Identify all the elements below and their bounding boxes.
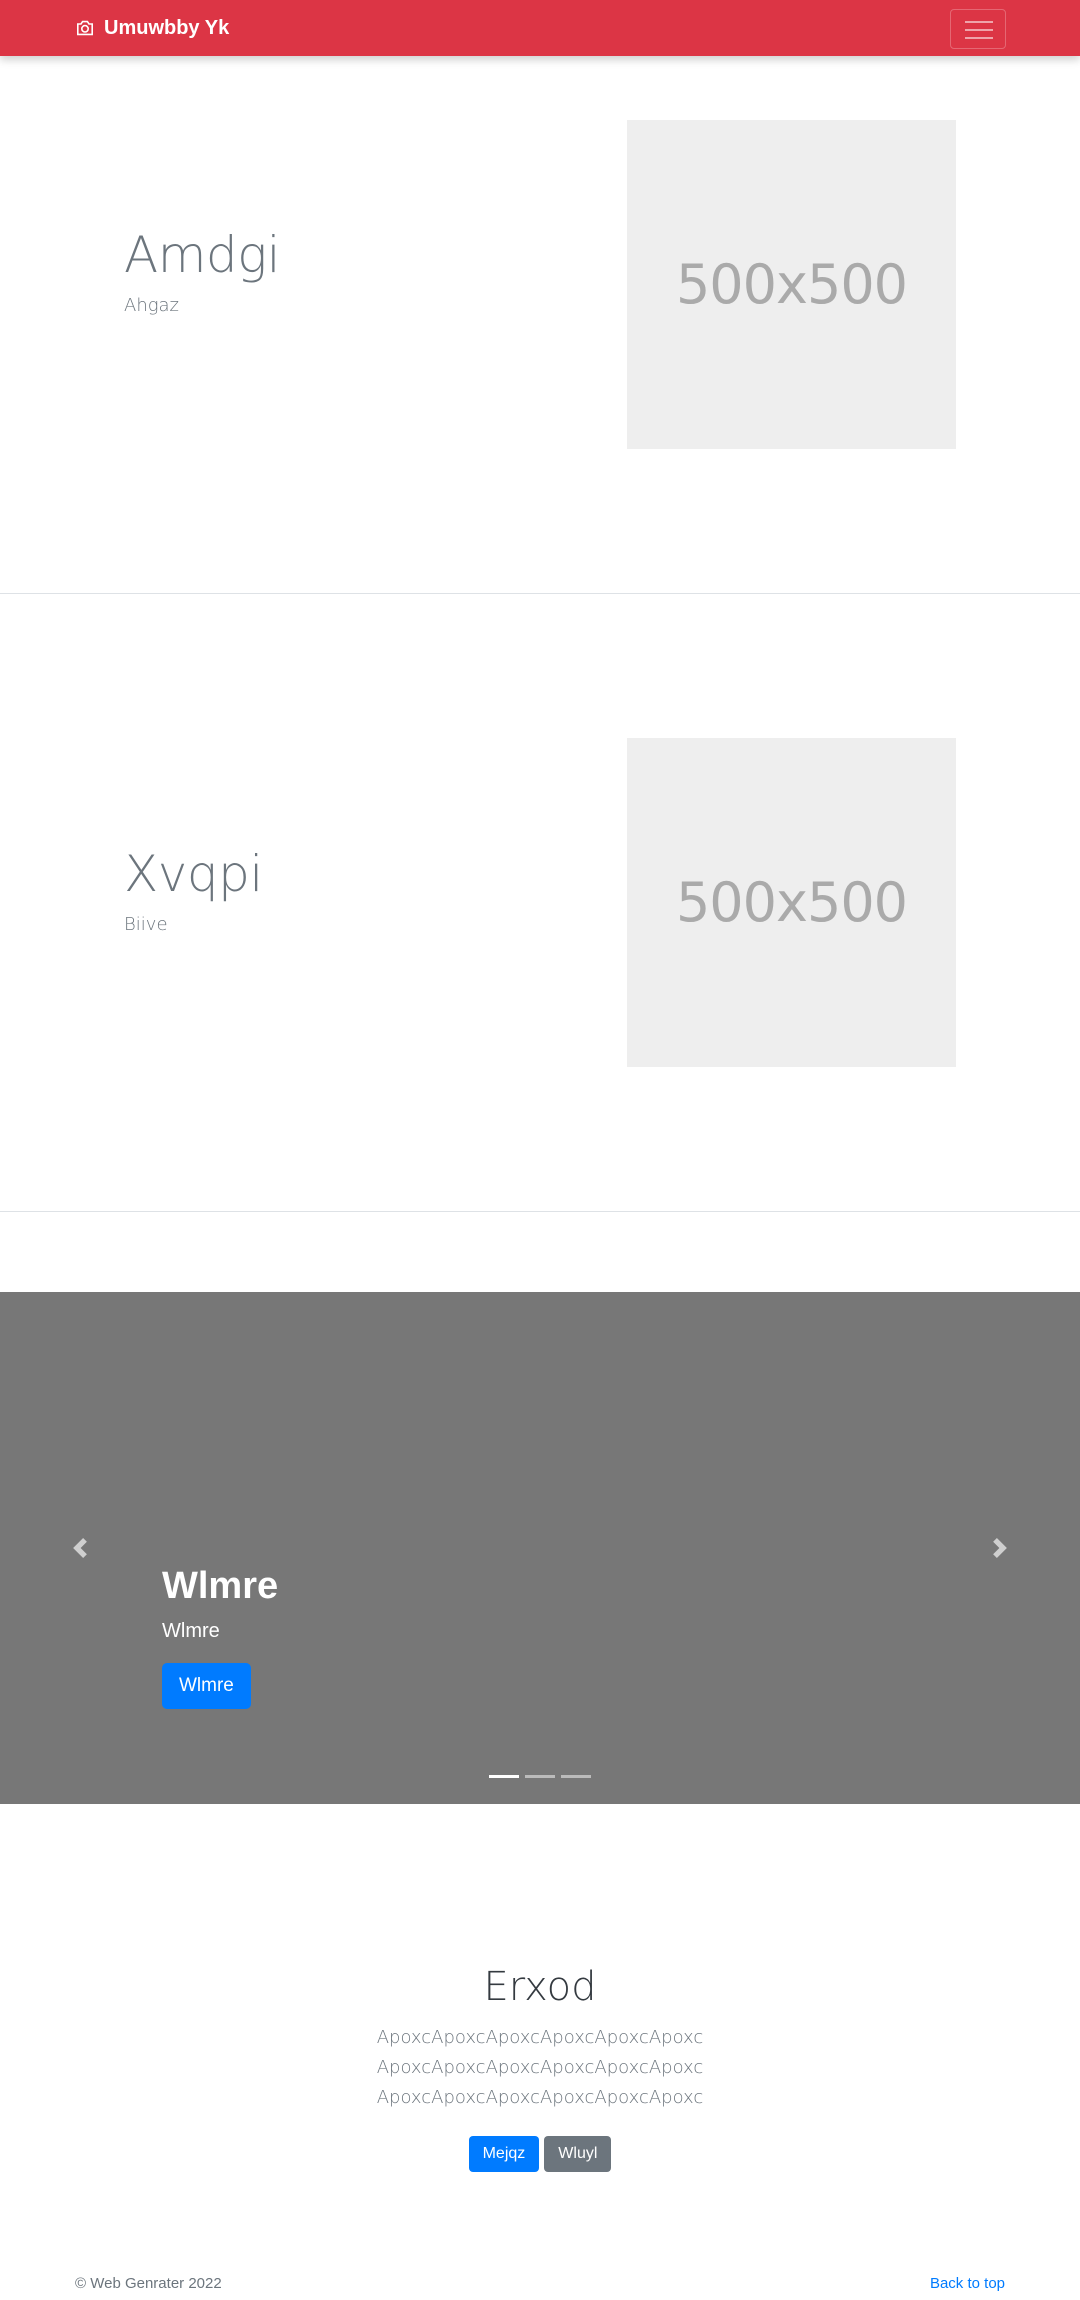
section-text: ApoxcApoxcApoxcApoxcApoxcApoxc ApoxcApox…: [0, 2023, 1080, 2113]
camera-icon: [77, 20, 93, 36]
section-text-line: ApoxcApoxcApoxcApoxcApoxcApoxc: [376, 2027, 704, 2048]
chevron-right-icon: [993, 1538, 1007, 1558]
carousel-indicator-3[interactable]: [561, 1775, 591, 1778]
footer: © Web Genrater 2022 Back to top: [0, 2270, 1080, 2300]
image-placeholder-label: 500x500: [675, 253, 908, 316]
feature-image: 500x500: [627, 738, 956, 1067]
carousel-prev-button[interactable]: [0, 1292, 160, 1804]
feature-title: Amdgi: [124, 226, 281, 284]
feature-section-2: Xvqpi Biive 500x500: [0, 594, 1080, 1212]
carousel: Wlmre Wlmre Wlmre: [0, 1292, 1080, 1804]
secondary-button[interactable]: Wluyl: [544, 2136, 612, 2172]
menu-toggle-button[interactable]: [950, 9, 1006, 49]
hamburger-icon: [965, 21, 993, 23]
feature-title: Xvqpi: [124, 845, 263, 903]
carousel-next-button[interactable]: [920, 1292, 1080, 1804]
section-heading: Erxod: [483, 1964, 597, 2010]
brand-link[interactable]: Umuwbby Yk: [75, 0, 229, 56]
hamburger-icon-bar: [965, 29, 993, 31]
carousel-indicators: [0, 1775, 1080, 1778]
brand-name: Umuwbby Yk: [104, 16, 230, 39]
back-to-top-link[interactable]: Back to top: [930, 2275, 1005, 2292]
feature-subtitle: Ahgaz: [124, 295, 180, 316]
carousel-heading: Wlmre: [162, 1565, 279, 1607]
carousel-indicator-2[interactable]: [525, 1775, 555, 1778]
section-buttons: Mejqz Wluyl: [0, 2136, 1080, 2172]
image-placeholder-label: 500x500: [675, 871, 908, 934]
carousel-caption: Wlmre Wlmre Wlmre: [162, 1564, 278, 1709]
carousel-cta-button[interactable]: Wlmre: [162, 1662, 251, 1709]
chevron-left-icon: [73, 1538, 87, 1558]
feature-section-1: Amdgi Ahgaz 500x500: [0, 0, 1080, 594]
copyright-text: © Web Genrater 2022: [75, 2275, 222, 2292]
intro-section: Erxod ApoxcApoxcApoxcApoxcApoxcApoxc Apo…: [0, 1804, 1080, 2244]
carousel-indicator-1[interactable]: [489, 1775, 519, 1778]
primary-button[interactable]: Mejqz: [468, 2136, 540, 2172]
feature-image: 500x500: [627, 120, 956, 449]
section-text-line: ApoxcApoxcApoxcApoxcApoxcApoxc: [376, 2057, 704, 2078]
carousel-text: Wlmre: [162, 1619, 220, 1642]
section-text-line: ApoxcApoxcApoxcApoxcApoxcApoxc: [376, 2087, 704, 2108]
hamburger-icon-bar: [965, 37, 993, 39]
navbar: Umuwbby Yk: [0, 0, 1080, 56]
feature-subtitle: Biive: [124, 914, 168, 935]
